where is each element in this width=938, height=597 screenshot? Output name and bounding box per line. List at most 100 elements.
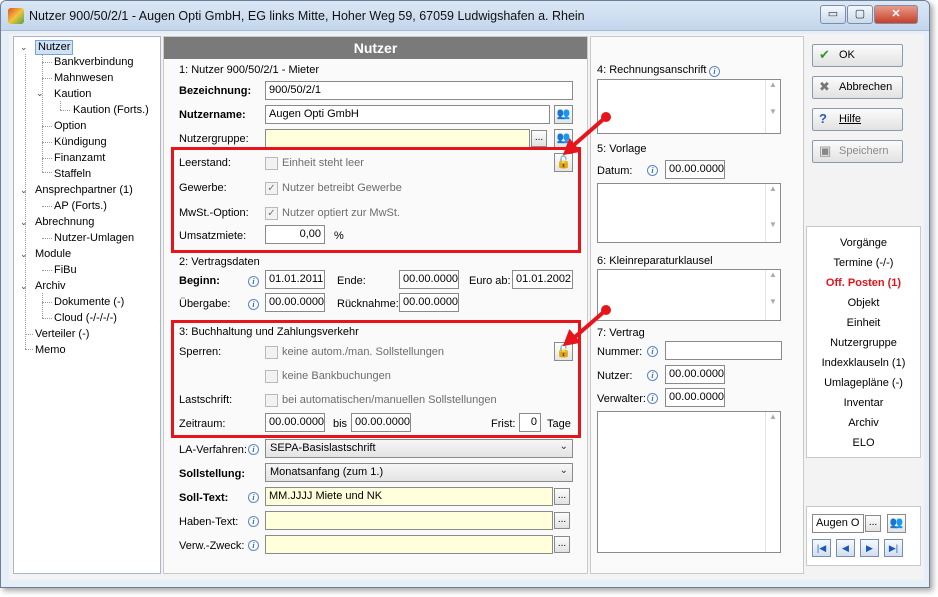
collapse-icon[interactable]: ⌄ <box>36 88 44 99</box>
beginn-input[interactable]: 01.01.2011 <box>265 270 325 289</box>
soll-text-input[interactable]: MM.JJJJ Miete und NK <box>265 487 553 506</box>
tree-item-module[interactable]: Module <box>35 248 71 261</box>
info-icon[interactable]: i <box>248 444 259 455</box>
vertrag-nutzer-input[interactable]: 00.00.0000 <box>665 365 725 384</box>
collapse-icon[interactable]: ⌄ <box>20 249 28 260</box>
nutzername-input[interactable]: Augen Opti GmbH <box>265 105 550 124</box>
info-icon[interactable]: i <box>647 165 658 176</box>
tree-item-verteiler[interactable]: Verteiler (-) <box>35 328 89 341</box>
collapse-icon[interactable]: ⌄ <box>20 185 28 196</box>
soll-text-browse-button[interactable]: ... <box>554 488 570 505</box>
vertrag-verwalter-input[interactable]: 00.00.0000 <box>665 388 725 407</box>
tree-item-cloud[interactable]: Cloud (-/-/-/-) <box>54 312 117 325</box>
link-inventar[interactable]: Inventar <box>807 397 920 409</box>
info-icon[interactable]: i <box>248 516 259 527</box>
la-verfahren-select[interactable]: SEPA-Basislastschrift ⌄ <box>265 439 573 458</box>
first-record-button[interactable]: |◀ <box>812 539 831 557</box>
vertragsnummer-input[interactable] <box>665 341 782 360</box>
minimize-button[interactable]: ▭ <box>820 5 846 24</box>
scrollbar[interactable]: ▲ ▼ <box>765 80 780 133</box>
link-archiv[interactable]: Archiv <box>807 417 920 429</box>
haben-text-label: Haben-Text: <box>179 516 239 528</box>
tree-item-kuendigung[interactable]: Kündigung <box>54 136 107 149</box>
previous-record-button[interactable]: ◀ <box>836 539 855 557</box>
vorlage-textarea[interactable]: ▲ ▼ <box>597 183 781 243</box>
rechnungsanschrift-textarea[interactable]: ▲ ▼ <box>597 79 781 134</box>
last-record-button[interactable]: ▶| <box>884 539 903 557</box>
people-icon[interactable]: 👥 <box>887 514 906 533</box>
info-icon[interactable]: i <box>248 299 259 310</box>
datum-input[interactable]: 00.00.0000 <box>665 160 725 179</box>
scrollbar[interactable]: ▲ <box>765 412 780 552</box>
link-termine[interactable]: Termine (-/-) <box>807 257 920 269</box>
ok-button[interactable]: ✔ OK <box>812 44 903 67</box>
next-record-button[interactable]: ▶ <box>860 539 879 557</box>
vertrag-textarea[interactable]: ▲ <box>597 411 781 553</box>
link-indexklauseln[interactable]: Indexklauseln (1) <box>807 357 920 369</box>
maximize-button[interactable]: ▢ <box>847 5 873 24</box>
nutzergruppe-browse-button[interactable]: ... <box>531 130 547 147</box>
help-button[interactable]: ? Hilfe <box>812 108 903 131</box>
tree-item-ansprechpartner[interactable]: Ansprechpartner (1) <box>35 184 133 197</box>
link-nutzergruppe[interactable]: Nutzergruppe <box>807 337 920 349</box>
info-icon[interactable]: i <box>709 66 720 77</box>
record-search-input[interactable]: Augen O <box>812 514 864 533</box>
chevron-down-icon: ⌄ <box>559 465 568 476</box>
scrollbar[interactable]: ▲ ▼ <box>765 184 780 242</box>
haben-text-browse-button[interactable]: ... <box>554 512 570 529</box>
tree-item-dokumente[interactable]: Dokumente (-) <box>54 296 124 309</box>
people-icon[interactable]: 👥 <box>554 105 573 124</box>
link-offene-posten[interactable]: Off. Posten (1) <box>807 277 920 289</box>
save-button[interactable]: ▣ Speichern <box>812 140 903 163</box>
tree-item-ap-forts[interactable]: AP (Forts.) <box>54 200 107 213</box>
collapse-icon[interactable]: ⌄ <box>20 281 28 292</box>
cancel-button[interactable]: ✖ Abbrechen <box>812 76 903 99</box>
record-search-button[interactable]: ... <box>865 515 881 532</box>
vertragsnummer-label: Nummer: <box>597 346 643 358</box>
link-einheit[interactable]: Einheit <box>807 317 920 329</box>
tree-item-option[interactable]: Option <box>54 120 86 133</box>
tree-item-kaution[interactable]: Kaution <box>54 88 91 101</box>
tree-item-nutzer-umlagen[interactable]: Nutzer-Umlagen <box>54 232 134 245</box>
info-icon[interactable]: i <box>647 370 658 381</box>
tree-item-bankverbindung[interactable]: Bankverbindung <box>54 56 134 69</box>
link-objekt[interactable]: Objekt <box>807 297 920 309</box>
tree-item-finanzamt[interactable]: Finanzamt <box>54 152 105 165</box>
tree-item-archiv[interactable]: Archiv <box>35 280 66 293</box>
scrollbar[interactable]: ▲ ▼ <box>765 270 780 320</box>
euro-ab-input[interactable]: 01.01.2002 <box>512 270 573 289</box>
navigation-tree: ⌄ Nutzer Bankverbindung Mahnwesen ⌄ Kaut… <box>13 36 161 574</box>
nutzergruppe-input[interactable] <box>265 129 530 148</box>
side-details-panel: 4: Rechnungsanschrift i ▲ ▼ 5: Vorlage Da… <box>590 36 804 574</box>
link-umlageplaene[interactable]: Umlagepläne (-) <box>807 377 920 389</box>
haben-text-input[interactable] <box>265 511 553 530</box>
datum-label: Datum: <box>597 165 633 177</box>
ende-input[interactable]: 00.00.0000 <box>399 270 459 289</box>
link-elo[interactable]: ELO <box>807 437 920 449</box>
verw-zweck-browse-button[interactable]: ... <box>554 536 570 553</box>
collapse-icon[interactable]: ⌄ <box>20 217 28 228</box>
tree-item-mahnwesen[interactable]: Mahnwesen <box>54 72 113 85</box>
tree-item-staffeln[interactable]: Staffeln <box>54 168 91 181</box>
tree-item-fibu[interactable]: FiBu <box>54 264 77 277</box>
close-button[interactable]: ✕ <box>874 5 918 24</box>
chevron-down-icon: ⌄ <box>559 441 568 452</box>
info-icon[interactable]: i <box>248 492 259 503</box>
cancel-icon: ✖ <box>819 79 830 94</box>
ruecknahme-input[interactable]: 00.00.0000 <box>399 293 459 312</box>
uebergabe-input[interactable]: 00.00.0000 <box>265 293 325 312</box>
tree-item-abrechnung[interactable]: Abrechnung <box>35 216 94 229</box>
info-icon[interactable]: i <box>647 346 658 357</box>
info-icon[interactable]: i <box>248 540 259 551</box>
tree-item-nutzer[interactable]: Nutzer <box>35 40 74 55</box>
collapse-icon[interactable]: ⌄ <box>20 42 28 53</box>
tree-item-kaution-forts[interactable]: Kaution (Forts.) <box>73 104 149 117</box>
bezeichnung-input[interactable]: 900/50/2/1 <box>265 81 573 100</box>
link-vorgaenge[interactable]: Vorgänge <box>807 237 920 249</box>
verw-zweck-input[interactable] <box>265 535 553 554</box>
info-icon[interactable]: i <box>647 393 658 404</box>
sollstellung-select[interactable]: Monatsanfang (zum 1.) ⌄ <box>265 463 573 482</box>
kleinreparatur-textarea[interactable]: ▲ ▼ <box>597 269 781 321</box>
info-icon[interactable]: i <box>248 276 259 287</box>
tree-item-memo[interactable]: Memo <box>35 344 66 357</box>
